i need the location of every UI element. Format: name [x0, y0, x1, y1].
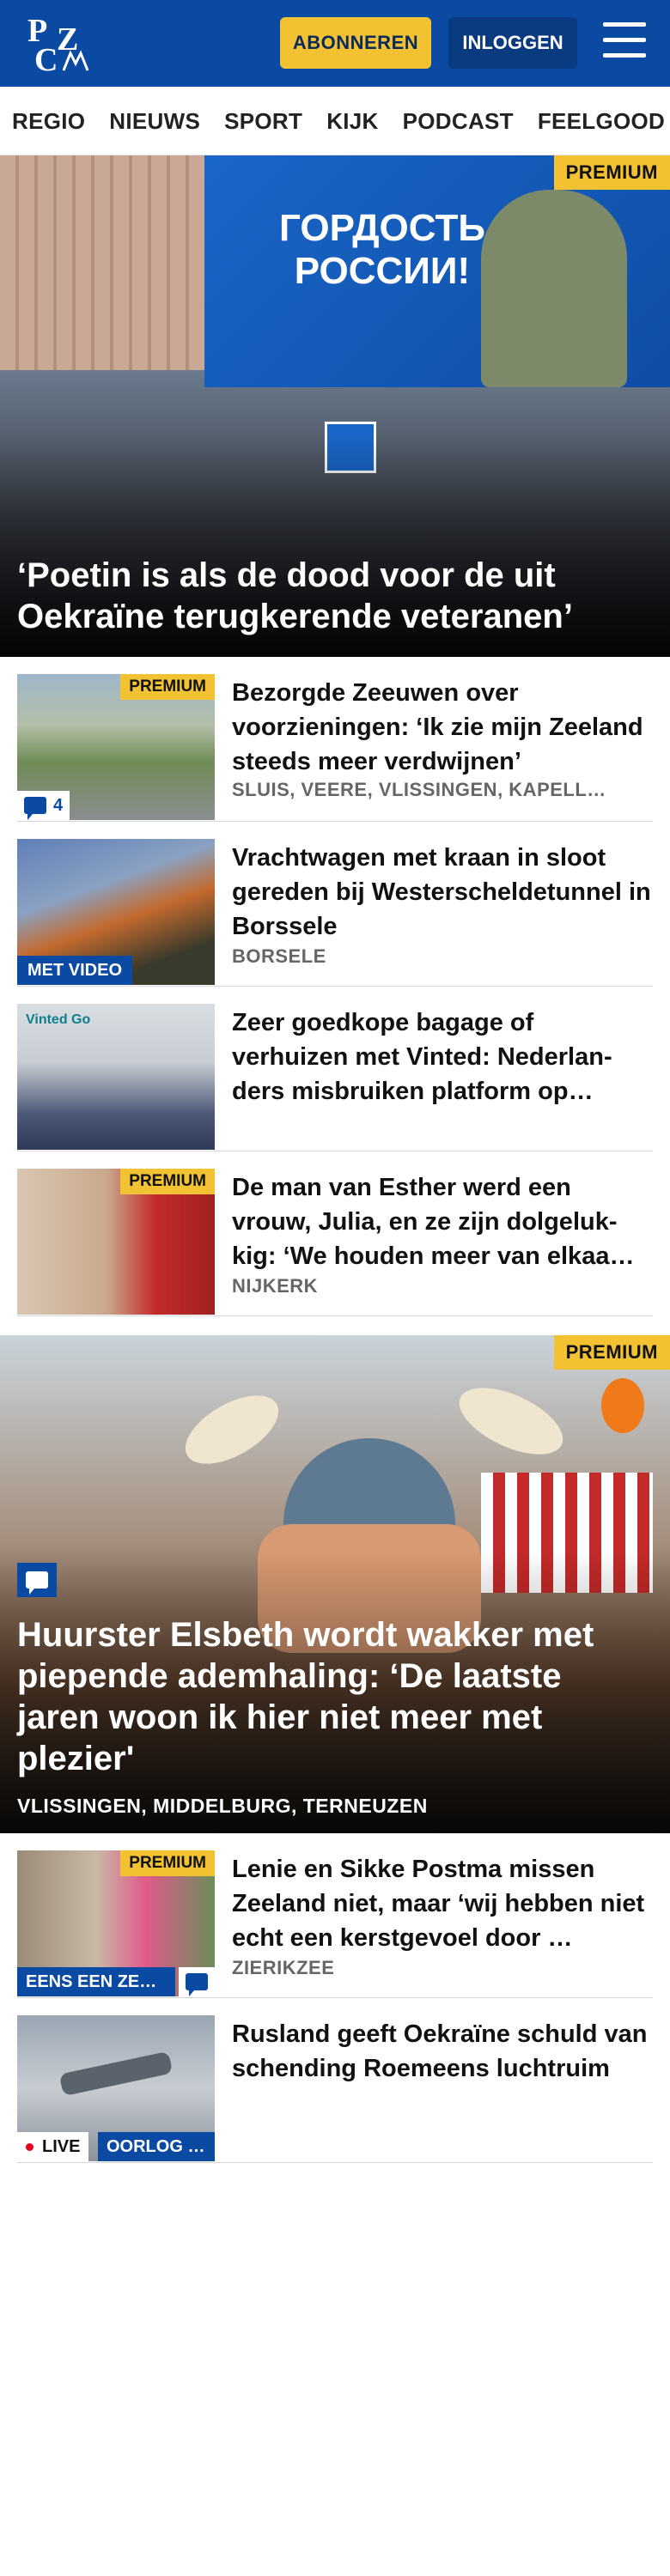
article-row[interactable]: PREMIUM 4 Bezorgde Zeeuwen over voorzien… — [17, 657, 653, 822]
hero-title[interactable]: ‘Poetin is als de dood voor de uit Oekra… — [17, 555, 636, 637]
nav-item-podcast[interactable]: PODCAST — [403, 87, 514, 155]
article-title[interactable]: De man van Esther werd een vrouw, Julia,… — [232, 1170, 653, 1273]
live-label: LIVE — [42, 2136, 81, 2156]
article-row[interactable]: Vinted Go Zeer goedkope bagage of verhui… — [17, 987, 653, 1151]
premium-badge: PREMIUM — [553, 155, 670, 190]
premium-badge: PREMIUM — [120, 1169, 215, 1194]
article-location: SLUIS, VEERE, VLISSINGEN, KAPELL… — [232, 779, 606, 800]
article-location: NIJKERK — [232, 1275, 319, 1297]
premium-badge: PREMIUM — [120, 1850, 215, 1876]
article-thumbnail: PREMIUM EENS EEN ZE… — [17, 1850, 215, 1996]
hamburger-icon[interactable] — [603, 21, 646, 60]
nav-item-sport[interactable]: SPORT — [224, 87, 302, 155]
comment-icon — [186, 1973, 208, 1996]
subscribe-button[interactable]: ABONNEREN — [280, 17, 431, 69]
premium-badge: PREMIUM — [120, 674, 215, 700]
nav-item-regio[interactable]: REGIO — [12, 87, 85, 155]
feature-location: VLISSINGEN, MIDDELBURG, TERNEUZEN — [17, 1795, 428, 1817]
fighter-jet — [58, 2050, 174, 2097]
comment-bubble-icon — [26, 1571, 48, 1595]
hero-building — [0, 155, 206, 370]
pzc-logo[interactable]: P Z C — [24, 12, 93, 78]
hero-soldier — [481, 190, 627, 387]
comment-count-value: 4 — [53, 795, 64, 815]
comment-count[interactable]: 4 — [17, 791, 70, 820]
article-title[interactable]: Rusland geeft Oekraïne schuld van schend… — [232, 2017, 653, 2086]
article-row[interactable]: PREMIUM De man van Esther werd een vrouw… — [17, 1151, 653, 1316]
feature-title[interactable]: Huurster Elsbeth wordt wakker met piepen… — [17, 1614, 636, 1779]
article-thumbnail: MET VIDEO — [17, 839, 215, 985]
article-location: ZIERIKZEE — [232, 1957, 335, 1978]
article-row[interactable]: LIVE OORLOG … Rusland geeft Oekraïne sch… — [17, 1998, 653, 2163]
feature-article[interactable]: PREMIUM Huurster Elsbeth wordt wakker me… — [0, 1335, 670, 1833]
article-row[interactable]: PREMIUM EENS EEN ZE… Lenie en Sikke Post… — [17, 1833, 653, 1998]
live-dot-icon — [26, 2142, 34, 2151]
article-thumbnail: Vinted Go — [17, 1004, 215, 1150]
logo-ornament-icon — [62, 50, 89, 71]
comment-chip[interactable] — [179, 1967, 215, 1996]
article-thumbnail: PREMIUM 4 — [17, 674, 215, 820]
top-bar: P Z C ABONNEREN INLOGGEN — [0, 0, 670, 87]
hero-article[interactable]: ГОРДОСТЬ РОССИИ! PREMIUM ‘Poetin is als … — [0, 155, 670, 657]
article-row[interactable]: MET VIDEO Vrachtwagen met kraan in sloot… — [17, 822, 653, 987]
comment-icon — [24, 797, 46, 820]
series-tag: EENS EEN ZE… — [17, 1967, 175, 1996]
live-indicator: LIVE — [17, 2132, 89, 2161]
logo-letter-c: C — [34, 42, 58, 78]
topic-tag: OORLOG … — [98, 2132, 215, 2161]
article-title[interactable]: Lenie en Sikke Postma missen Zeeland nie… — [232, 1852, 653, 1955]
login-button[interactable]: INLOGGEN — [448, 17, 577, 69]
hero-billboard-text: ГОРДОСТЬ РОССИИ! — [279, 207, 485, 292]
premium-badge: PREMIUM — [553, 1335, 670, 1370]
nav-item-feelgood[interactable]: FEELGOOD — [538, 87, 665, 155]
comment-icon[interactable] — [17, 1563, 57, 1597]
nav-item-nieuws[interactable]: NIEUWS — [109, 87, 200, 155]
article-location: BORSELE — [232, 945, 326, 967]
video-tag: MET VIDEO — [17, 956, 133, 985]
article-thumbnail: LIVE OORLOG … — [17, 2015, 215, 2161]
thumbnail-sign-text: Vinted Go — [26, 1012, 91, 1027]
article-thumbnail: PREMIUM — [17, 1169, 215, 1315]
section-nav: REGIO NIEUWS SPORT KIJK PODCAST FEELGOOD — [0, 87, 670, 155]
article-title[interactable]: Vrachtwagen met kraan in sloot gereden b… — [232, 841, 653, 944]
article-title[interactable]: Bezorgde Zeeuwen over voorzieningen: ‘Ik… — [232, 676, 653, 779]
article-title[interactable]: Zeer goedkope bagage of verhuizen met Vi… — [232, 1005, 653, 1109]
nav-item-kijk[interactable]: KIJK — [326, 87, 378, 155]
orange-balloon-icon — [601, 1378, 644, 1433]
